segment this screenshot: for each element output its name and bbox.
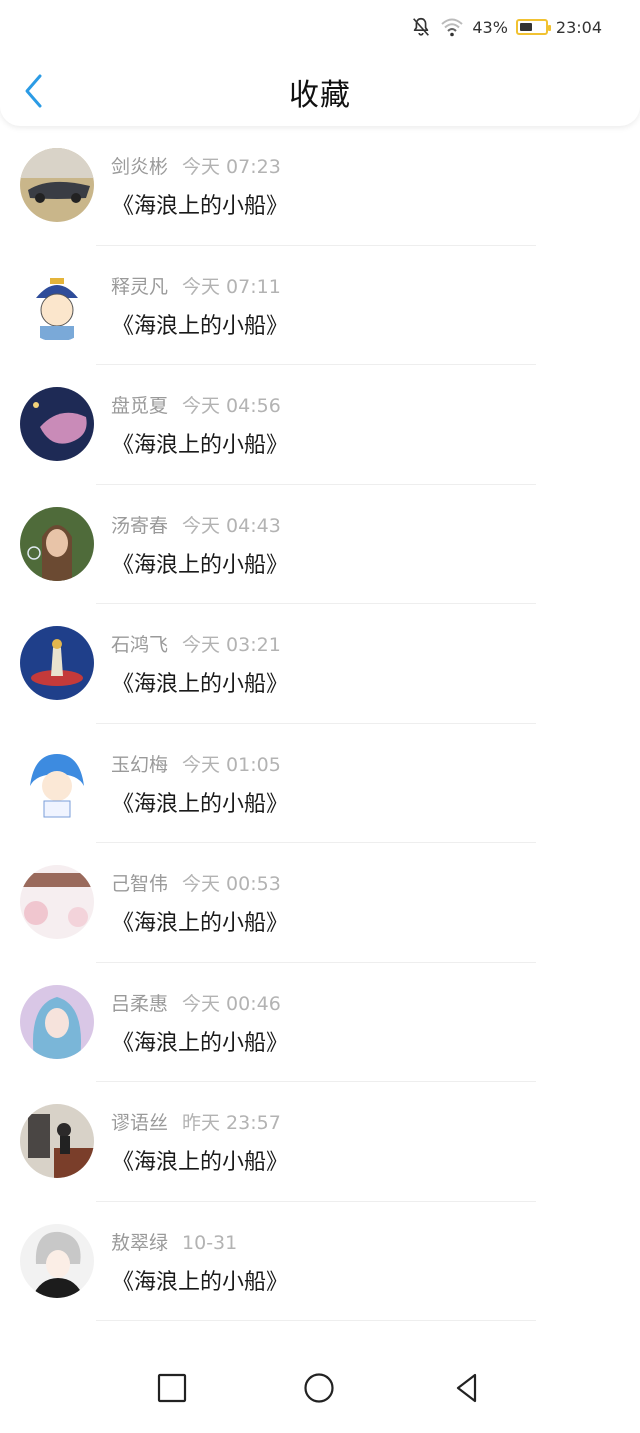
avatar: [20, 626, 94, 700]
divider: [96, 1320, 536, 1321]
item-time: 今天 00:46: [182, 992, 281, 1015]
avatar: [20, 745, 94, 820]
battery-level-fill: [519, 23, 532, 31]
list-item[interactable]: 石鸿飞 今天 03:21 《海浪上的小船》: [0, 604, 640, 724]
square-recents-icon[interactable]: [156, 1372, 188, 1404]
list-item[interactable]: 敖翠绿 10-31 《海浪上的小船》: [0, 1202, 640, 1321]
avatar: [20, 267, 94, 342]
item-meta: 汤寄春 今天 04:43: [111, 511, 281, 538]
avatar: [20, 506, 94, 581]
user-name: 剑炎彬: [111, 156, 169, 178]
item-message: 《海浪上的小船》: [112, 1269, 289, 1295]
status-bar: 43% 23:04: [410, 14, 602, 40]
user-name: 汤寄春: [111, 514, 169, 537]
avatar: [20, 148, 94, 222]
item-meta: 吕柔惠 今天 00:46: [111, 989, 281, 1016]
item-meta: 谬语丝 昨天 23:57: [111, 1108, 281, 1135]
list-item[interactable]: 谬语丝 昨天 23:57 《海浪上的小船》: [0, 1082, 640, 1202]
favorites-list[interactable]: 剑炎彬 今天 07:23 《海浪上的小船》 释灵凡 今天 07:11 《海浪上的小船…: [0, 126, 640, 1338]
item-time: 今天 00:53: [182, 873, 281, 895]
user-name: 玉幻梅: [111, 753, 169, 776]
battery-icon: [515, 19, 551, 35]
circle-home-icon[interactable]: [303, 1372, 335, 1404]
list-item[interactable]: 己智伟 今天 00:53 《海浪上的小船》: [0, 843, 640, 963]
item-message: 《海浪上的小船》: [112, 313, 289, 339]
user-name: 谬语丝: [111, 1112, 169, 1134]
item-message: 《海浪上的小船》: [112, 194, 289, 219]
item-time: 今天 04:43: [182, 514, 281, 537]
list-item[interactable]: 剑炎彬 今天 07:23 《海浪上的小船》: [0, 126, 640, 246]
item-time: 10-31: [182, 1231, 238, 1254]
item-time: 昨天 23:57: [182, 1112, 281, 1134]
user-name: 吕柔惠: [111, 992, 169, 1015]
item-meta: 石鸿飞 今天 03:21: [111, 630, 281, 657]
avatar: [20, 865, 94, 939]
item-time: 今天 07:23: [182, 156, 281, 178]
battery-percent: 43%: [472, 17, 508, 37]
item-message: 《海浪上的小船》: [112, 791, 289, 817]
page-title: 收藏: [289, 78, 351, 113]
user-name: 己智伟: [111, 873, 169, 895]
wifi-icon: [441, 18, 463, 37]
item-time: 今天 01:05: [182, 753, 281, 776]
header: 43% 23:04 收藏: [0, 0, 640, 126]
item-message: 《海浪上的小船》: [112, 552, 289, 578]
list-item[interactable]: 盘觅夏 今天 04:56 《海浪上的小船》: [0, 365, 640, 485]
item-meta: 己智伟 今天 00:53: [111, 869, 281, 896]
clock: 23:04: [555, 17, 602, 37]
triangle-back-icon[interactable]: [451, 1372, 483, 1404]
item-message: 《海浪上的小船》: [112, 911, 289, 936]
list-item[interactable]: 玉幻梅 今天 01:05 《海浪上的小船》: [0, 724, 640, 843]
navigation-bar: [0, 1338, 640, 1433]
user-name: 敖翠绿: [111, 1231, 169, 1254]
item-meta: 释灵凡 今天 07:11: [111, 272, 281, 299]
avatar: [20, 1104, 94, 1178]
list-item[interactable]: 汤寄春 今天 04:43 《海浪上的小船》: [0, 485, 640, 604]
item-message: 《海浪上的小船》: [112, 1030, 289, 1056]
item-meta: 盘觅夏 今天 04:56: [111, 391, 281, 418]
bell-muted-icon: [413, 17, 430, 36]
avatar: [20, 387, 94, 461]
user-name: 石鸿飞: [111, 634, 169, 656]
list-item[interactable]: 吕柔惠 今天 00:46 《海浪上的小船》: [0, 963, 640, 1082]
screen: 43% 23:04 收藏 剑炎彬 今天 07:23 《海浪上的小船》 释灵凡 今…: [0, 0, 640, 1433]
user-name: 释灵凡: [111, 275, 169, 298]
item-meta: 敖翠绿 10-31: [111, 1228, 237, 1255]
item-meta: 剑炎彬 今天 07:23: [111, 152, 281, 179]
item-message: 《海浪上的小船》: [112, 1150, 289, 1175]
avatar: [20, 1223, 94, 1298]
item-meta: 玉幻梅 今天 01:05: [111, 750, 281, 777]
list-item[interactable]: 释灵凡 今天 07:11 《海浪上的小船》: [0, 246, 640, 365]
item-time: 今天 07:11: [182, 275, 281, 298]
user-name: 盘觅夏: [111, 395, 169, 417]
item-message: 《海浪上的小船》: [112, 433, 289, 458]
avatar: [20, 984, 94, 1059]
item-time: 今天 03:21: [182, 634, 281, 656]
item-message: 《海浪上的小船》: [112, 672, 289, 697]
item-time: 今天 04:56: [182, 395, 281, 417]
